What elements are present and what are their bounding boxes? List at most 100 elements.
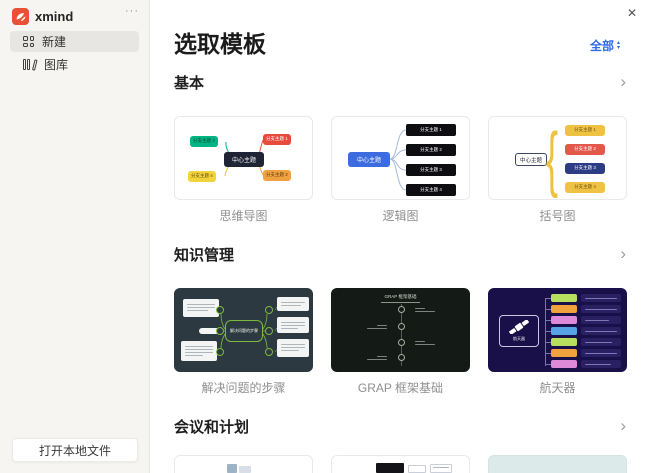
branch-topic: 分支主题 3 xyxy=(406,164,456,176)
section-title: 知识管理 xyxy=(174,244,234,265)
central-topic: 中心主题 xyxy=(348,152,390,167)
branch-topic: 分支主题 1 xyxy=(263,134,291,145)
filter-label: 全部 xyxy=(590,37,614,54)
app-name: xmind xyxy=(35,9,73,24)
branch-topic: 分支主题 3 xyxy=(565,163,605,174)
partial-thumbnail xyxy=(331,455,470,473)
template-name: 航天器 xyxy=(488,379,627,396)
grap-thumbnail: GRAP 框架基础 xyxy=(331,288,470,372)
template-card-bracket[interactable]: 中心主题 { 分支主题 1 分支主题 2 分支主题 3 分支主题 4 括号图 xyxy=(488,116,627,224)
xmind-logo-icon xyxy=(12,8,29,25)
bracket-thumbnail: 中心主题 { 分支主题 1 分支主题 2 分支主题 3 分支主题 4 xyxy=(488,116,627,200)
timeline-note xyxy=(414,339,436,347)
topic-pill xyxy=(551,327,577,335)
topic-note xyxy=(581,338,621,346)
partial-thumbnail xyxy=(488,455,627,473)
brace-glyph: { xyxy=(547,119,558,199)
sidebar-item-new[interactable]: 新建 xyxy=(10,31,139,52)
knowledge-template-row: 解决问题的步骤 解决问题的步骤 GRAP 框架基础 xyxy=(174,288,627,396)
note-box xyxy=(277,339,309,357)
note-box xyxy=(277,317,309,333)
branch-topic: 分支主题 4 xyxy=(565,182,605,193)
central-topic: 中心主题 xyxy=(224,152,264,167)
library-icon xyxy=(23,59,36,70)
branch-topic: 分支主题 2 xyxy=(263,170,291,181)
central-topic: 解决问题的步骤 xyxy=(225,320,263,342)
branch-topic: 分支主题 2 xyxy=(565,144,605,155)
template-card-grap[interactable]: GRAP 框架基础 GRAP 框架 xyxy=(331,288,470,396)
sidebar-item-label: 新建 xyxy=(42,33,66,50)
branch-topic: 分支主题 2 xyxy=(406,144,456,156)
topic-note xyxy=(581,360,621,368)
timeline-node xyxy=(398,354,405,361)
template-card-logic-chart[interactable]: 中心主题 分支主题 1 分支主题 2 分支主题 3 分支主题 4 逻辑图 xyxy=(331,116,470,224)
thumb-shape xyxy=(227,464,237,473)
chevron-right-icon[interactable]: › xyxy=(620,247,626,261)
step-node xyxy=(265,327,273,335)
note-box xyxy=(277,297,309,311)
chevron-right-icon[interactable]: › xyxy=(620,419,626,433)
branch-topic: 分支主题 4 xyxy=(406,184,456,196)
thumb-shape xyxy=(430,464,452,473)
thumb-shape xyxy=(376,463,404,473)
topic-note xyxy=(581,305,621,313)
template-card-partial-1[interactable] xyxy=(174,455,313,473)
branch-topic: 分支主题 1 xyxy=(406,124,456,136)
topic-pill xyxy=(551,294,577,302)
partial-thumbnail xyxy=(174,455,313,473)
sidebar-nav: 新建 图库 xyxy=(10,31,139,77)
page-title: 选取模板 xyxy=(174,25,266,59)
template-name: GRAP 框架基础 xyxy=(331,379,470,396)
template-card-mindmap[interactable]: 中心主题 分支主题 3 分支主题 1 分支主题 4 分支主题 2 思维导图 xyxy=(174,116,313,224)
template-card-spacecraft[interactable]: 航天器 xyxy=(488,288,627,396)
template-name: 逻辑图 xyxy=(331,207,470,224)
open-local-file-button[interactable]: 打开本地文件 xyxy=(12,438,138,462)
topic-pill xyxy=(551,305,577,313)
grid-icon xyxy=(23,36,34,47)
topic-note xyxy=(581,316,621,324)
section-title: 会议和计划 xyxy=(174,416,249,437)
section-header-meetings: 会议和计划 › xyxy=(174,416,626,436)
template-picker-panel: ✕ 选取模板 全部 ▴▾ 基本 › 中心主题 分支主题 3 分支主题 1 分支 xyxy=(150,0,650,473)
topic-pill xyxy=(551,338,577,346)
step-node xyxy=(265,306,273,314)
close-icon[interactable]: ✕ xyxy=(627,6,637,20)
template-card-partial-2[interactable] xyxy=(331,455,470,473)
branch-topic: 分支主题 1 xyxy=(565,125,605,136)
logic-chart-thumbnail: 中心主题 分支主题 1 分支主题 2 分支主题 3 分支主题 4 xyxy=(331,116,470,200)
branch-topic: 分支主题 4 xyxy=(188,171,216,182)
sidebar-item-library[interactable]: 图库 xyxy=(10,54,139,75)
topic-pill xyxy=(551,360,577,368)
section-title: 基本 xyxy=(174,72,204,93)
grap-title: GRAP 框架基础 xyxy=(332,294,469,303)
spacecraft-label: 航天器 xyxy=(513,336,525,342)
sidebar-item-label: 图库 xyxy=(44,56,68,73)
template-card-problem-steps[interactable]: 解决问题的步骤 解决问题的步骤 xyxy=(174,288,313,396)
filter-dropdown[interactable]: 全部 ▴▾ xyxy=(590,37,620,54)
step-node xyxy=(216,327,224,335)
sort-carets-icon: ▴▾ xyxy=(617,41,620,51)
chevron-right-icon[interactable]: › xyxy=(620,75,626,89)
xmind-logo-glyph xyxy=(15,11,27,23)
timeline-node xyxy=(398,323,405,330)
timeline-note xyxy=(366,354,388,362)
more-menu-icon[interactable]: ··· xyxy=(125,5,139,17)
timeline-note xyxy=(366,323,388,331)
timeline-node xyxy=(398,339,405,346)
branch-topic: 分支主题 3 xyxy=(190,136,218,147)
spacecraft-thumbnail: 航天器 xyxy=(488,288,627,372)
topic-note xyxy=(581,327,621,335)
step-node xyxy=(265,348,273,356)
basic-template-row: 中心主题 分支主题 3 分支主题 1 分支主题 4 分支主题 2 思维导图 中心… xyxy=(174,116,627,224)
meetings-template-row xyxy=(174,455,627,473)
note-box xyxy=(183,299,219,317)
app-logo: xmind xyxy=(12,8,73,25)
step-node xyxy=(216,306,224,314)
note-box xyxy=(181,341,217,361)
problem-steps-thumbnail: 解决问题的步骤 xyxy=(174,288,313,372)
step-node xyxy=(216,348,224,356)
timeline-node xyxy=(398,306,405,313)
template-card-partial-3[interactable] xyxy=(488,455,627,473)
topic-note xyxy=(581,294,621,302)
central-topic: 中心主题 xyxy=(515,153,547,166)
